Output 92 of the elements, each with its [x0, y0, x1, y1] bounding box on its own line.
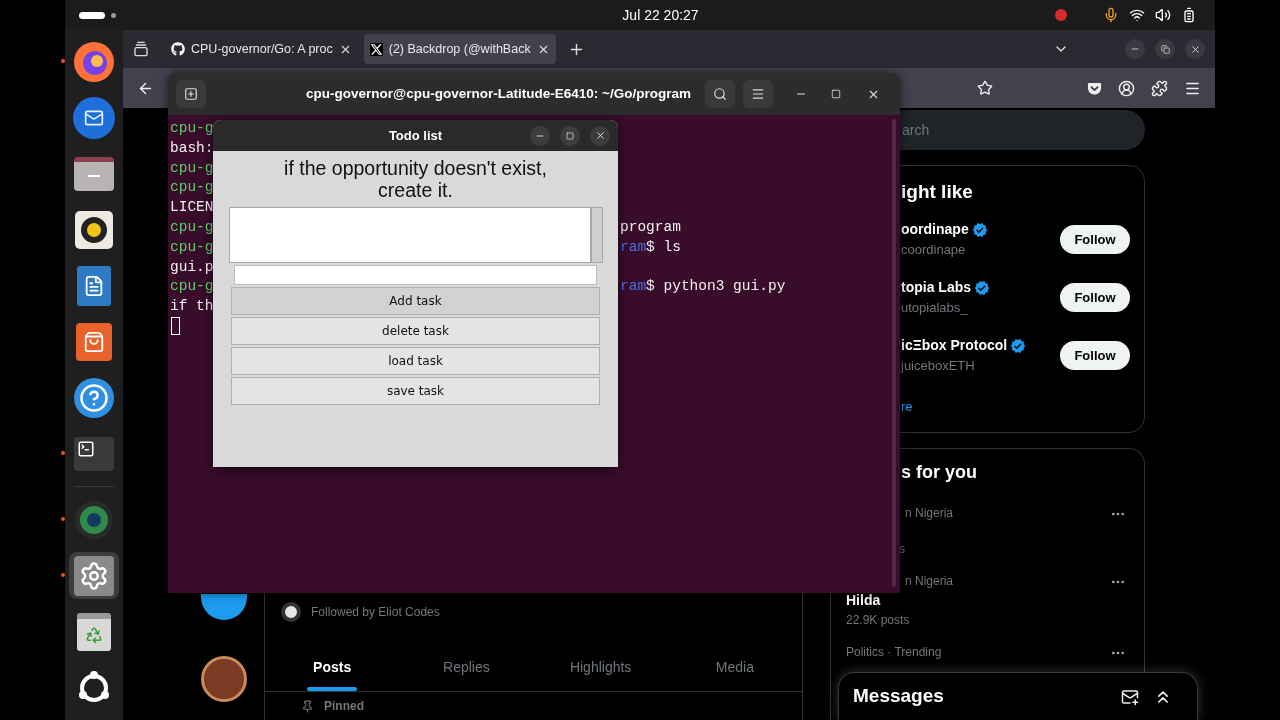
close-button[interactable] — [1185, 39, 1205, 59]
pin-icon — [301, 699, 314, 713]
account-name[interactable]: oordinape — [901, 219, 969, 241]
terminal-text: if th — [170, 297, 214, 317]
terminal-text: cpu-g — [170, 237, 214, 257]
account-icon[interactable] — [1118, 79, 1135, 97]
gear-icon[interactable] — [69, 552, 119, 599]
minimize-button[interactable] — [530, 125, 550, 146]
terminal-cursor — [171, 316, 180, 335]
messages-title: Messages — [853, 684, 945, 709]
terminal-text: ram — [620, 277, 647, 297]
bookmark-star-icon[interactable] — [977, 80, 993, 96]
browser-tab[interactable]: (2) Backdrop (@withBack — [363, 34, 556, 64]
messages-drawer[interactable]: Messages — [838, 672, 1198, 720]
pocket-icon[interactable] — [1087, 80, 1102, 96]
window-title: cpu-governor@cpu-governor-Latitude-E6410: ~/Go/program — [306, 84, 691, 103]
task-button[interactable]: delete task — [231, 317, 600, 345]
trend-context: n Nigeria — [904, 505, 955, 522]
avatar[interactable] — [200, 594, 247, 620]
task-input-field[interactable] — [234, 265, 597, 285]
terminal-text: gui.p — [170, 257, 214, 277]
account-handle: coordinape — [901, 241, 967, 260]
window-title: Todo list — [387, 126, 444, 145]
profile-tab[interactable]: Posts — [265, 644, 400, 691]
terminal-text: bash: — [170, 138, 214, 158]
terminal-text: $ ls — [646, 237, 681, 257]
volume-icon[interactable] — [1155, 7, 1171, 23]
account-handle: utopialabs_ — [901, 299, 969, 318]
clock[interactable]: Jul 22 20:27 — [622, 4, 699, 26]
avatar — [281, 602, 301, 622]
wifi-icon[interactable] — [1129, 7, 1145, 23]
close-icon — [594, 130, 606, 141]
card-heading: s for you — [900, 461, 978, 484]
new-tab-icon — [184, 87, 198, 101]
terminal-text: cpu-g — [170, 277, 214, 297]
quote-text: if the opportunity doesn't exist, — [284, 157, 547, 179]
restore-icon — [1160, 44, 1170, 54]
trend-posts: s — [898, 541, 906, 558]
search-icon — [713, 87, 727, 101]
terminal-text: cpu-g — [170, 119, 214, 138]
tab-title: (2) Backdrop (@withBack — [388, 40, 531, 58]
follow-button[interactable]: Follow — [1060, 283, 1130, 312]
terminal-text: $ python3 gui.py — [646, 277, 786, 297]
new-tab-button[interactable] — [176, 80, 206, 108]
maximize-icon — [566, 131, 574, 140]
restore-button[interactable] — [1155, 39, 1175, 59]
follow-button[interactable]: Follow — [1060, 341, 1130, 370]
terminal-text: cpu-g — [170, 158, 214, 178]
scrollbar[interactable] — [591, 207, 603, 263]
activities-indicator[interactable] — [79, 11, 105, 19]
profile-tab[interactable]: Media — [667, 644, 802, 691]
quote-text: create it. — [378, 179, 453, 201]
account-name[interactable]: icΞbox Protocol — [901, 335, 1008, 357]
trend-name[interactable]: Hilda — [831, 590, 1110, 611]
card-heading: ight like — [901, 180, 974, 204]
battery-icon[interactable] — [1181, 7, 1197, 23]
extensions-icon[interactable] — [1151, 79, 1168, 97]
account-handle: juiceboxETH — [901, 357, 976, 376]
profile-tab[interactable]: Replies — [399, 644, 534, 691]
new-message-icon[interactable] — [1121, 687, 1139, 706]
terminal-text: program — [620, 218, 681, 237]
trend-context: Politics · Trending — [845, 644, 943, 661]
menu-button[interactable] — [743, 80, 773, 108]
pinned-label: Pinned — [324, 698, 364, 715]
trend-context: n Nigeria — [904, 573, 955, 590]
terminal-text: cpu-g — [170, 178, 214, 198]
close-icon — [1189, 43, 1201, 55]
show-more-link[interactable]: re — [901, 396, 1130, 416]
follow-button[interactable]: Follow — [1060, 225, 1130, 254]
menu-icon — [751, 87, 765, 101]
minimize-button[interactable] — [1125, 39, 1145, 59]
tab-list-icon[interactable] — [133, 41, 149, 57]
terminal-text: LICEN — [170, 198, 214, 218]
tab-title: CPU-governor/Go: A proc — [191, 40, 333, 58]
x-logo-icon — [369, 42, 383, 56]
task-button[interactable]: Add task — [231, 287, 600, 315]
maximize-icon[interactable] — [831, 89, 841, 99]
terminal-text: cpu-g — [170, 218, 214, 237]
search-button[interactable] — [705, 80, 735, 108]
followed-by-text: Followed by Eliot Codes — [311, 604, 440, 621]
terminal-text: ram — [620, 237, 647, 257]
task-button[interactable]: load task — [231, 347, 600, 375]
close-button[interactable] — [590, 125, 610, 146]
microphone-icon[interactable] — [1103, 7, 1119, 23]
avatar[interactable] — [200, 656, 247, 702]
task-button[interactable]: save task — [231, 377, 600, 405]
maximize-button[interactable] — [560, 125, 580, 146]
cat-logo-icon — [171, 42, 185, 56]
account-name[interactable]: topia Labs — [901, 277, 971, 299]
browser-tab[interactable]: CPU-governor/Go: A proc — [165, 34, 358, 64]
profile-tab[interactable]: Highlights — [533, 644, 668, 691]
trend-posts: 22.9K posts — [845, 612, 911, 629]
